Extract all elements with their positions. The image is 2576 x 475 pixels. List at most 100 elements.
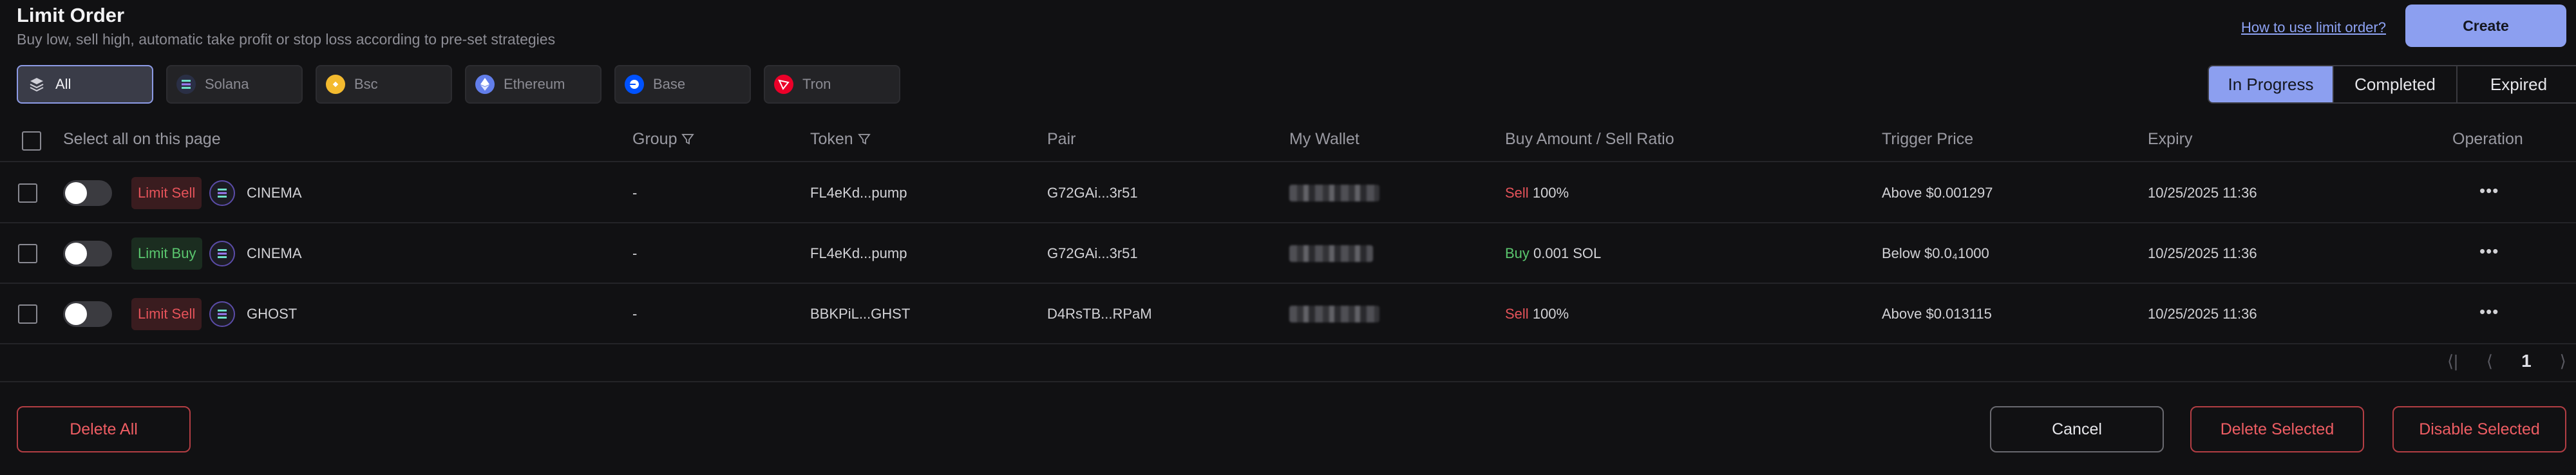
chain-filter: All Solana Bsc Ethereum Base Tron — [17, 65, 900, 104]
column-amount: Buy Amount / Sell Ratio — [1505, 130, 1674, 148]
chain-chip-label: All — [55, 76, 71, 92]
table-row: Limit Buy CINEMA - FL4eKd...pump G72GAi.… — [0, 223, 2576, 284]
row-checkbox[interactable] — [18, 244, 37, 263]
tab-in-progress[interactable]: In Progress — [2209, 66, 2333, 102]
status-tabs: In Progress Completed Expired — [2208, 65, 2576, 104]
chain-chip-bsc[interactable]: Bsc — [316, 65, 452, 104]
chain-chip-label: Base — [653, 76, 686, 92]
amount-cell: Buy 0.001 SOL — [1505, 245, 1601, 262]
token-name: CINEMA — [247, 185, 302, 201]
column-trigger: Trigger Price — [1882, 130, 1974, 148]
tron-icon — [774, 75, 793, 94]
divider — [0, 381, 2576, 382]
base-icon — [625, 75, 644, 94]
bsc-icon — [326, 75, 345, 94]
table-header: Select all on this page Group Token Pair… — [0, 120, 2576, 162]
token-name: GHOST — [247, 306, 298, 322]
token-address[interactable]: FL4eKd...pump — [810, 245, 907, 262]
chain-chip-base[interactable]: Base — [614, 65, 751, 104]
solana-icon — [209, 180, 235, 206]
chain-chip-all[interactable]: All — [17, 65, 153, 104]
solana-icon — [209, 301, 235, 327]
amount-cell: Sell 100% — [1505, 306, 1569, 322]
help-link[interactable]: How to use limit order? — [2241, 19, 2386, 36]
create-button[interactable]: Create — [2405, 5, 2566, 47]
pair-address[interactable]: G72GAi...3r51 — [1047, 245, 1138, 262]
pagination: ⟨| ⟨ 1 ⟩ — [2447, 351, 2566, 371]
trigger-price: Below $0.0₄1000 — [1882, 245, 1989, 261]
chain-chip-tron[interactable]: Tron — [764, 65, 900, 104]
amount-value: 100% — [1532, 185, 1569, 201]
page-subtitle: Buy low, sell high, automatic take profi… — [17, 31, 556, 48]
wallet-redacted — [1289, 245, 1373, 262]
more-icon[interactable]: ••• — [2479, 302, 2499, 322]
chain-chip-label: Tron — [802, 76, 831, 92]
column-token[interactable]: Token — [810, 130, 871, 149]
side-label: Buy — [1505, 245, 1530, 261]
solana-icon — [176, 75, 196, 94]
order-type-badge: Limit Buy — [131, 238, 203, 270]
token-name: CINEMA — [247, 245, 302, 261]
chain-chip-label: Ethereum — [504, 76, 565, 92]
pair-address[interactable]: D4RsTB...RPaM — [1047, 306, 1152, 322]
page-title: Limit Order — [17, 4, 125, 26]
column-group-label: Group — [632, 130, 677, 148]
current-page[interactable]: 1 — [2521, 351, 2532, 371]
side-label: Sell — [1505, 185, 1529, 201]
row-toggle[interactable] — [63, 241, 112, 266]
table-row: Limit Sell CINEMA - FL4eKd...pump G72GAi… — [0, 163, 2576, 223]
pair-address[interactable]: G72GAi...3r51 — [1047, 185, 1138, 201]
chain-chip-solana[interactable]: Solana — [166, 65, 303, 104]
column-pair: Pair — [1047, 130, 1076, 148]
chain-chip-label: Solana — [205, 76, 249, 92]
side-label: Sell — [1505, 306, 1529, 322]
tab-expired[interactable]: Expired — [2456, 66, 2576, 102]
trigger-price: Above $0.013115 — [1882, 306, 1992, 322]
expiry-time: 10/25/2025 11:36 — [2148, 185, 2257, 201]
expiry-time: 10/25/2025 11:36 — [2148, 306, 2257, 322]
wallet-redacted — [1289, 306, 1379, 322]
group-value: - — [632, 185, 638, 201]
ethereum-icon — [475, 75, 495, 94]
select-all-label: Select all on this page — [63, 130, 221, 148]
row-checkbox[interactable] — [18, 183, 37, 203]
chain-chip-ethereum[interactable]: Ethereum — [465, 65, 601, 104]
more-icon[interactable]: ••• — [2479, 241, 2499, 261]
column-expiry: Expiry — [2148, 130, 2193, 148]
order-type-badge: Limit Sell — [131, 298, 202, 330]
wallet-redacted — [1289, 185, 1379, 201]
row-checkbox[interactable] — [18, 304, 37, 324]
delete-all-button[interactable]: Delete All — [17, 406, 191, 452]
cancel-button[interactable]: Cancel — [1990, 406, 2164, 452]
row-toggle[interactable] — [63, 180, 112, 206]
table-row: Limit Sell GHOST - BBKPiL...GHST D4RsTB.… — [0, 284, 2576, 344]
column-wallet: My Wallet — [1289, 130, 1359, 148]
column-operation: Operation — [2452, 130, 2523, 148]
disable-selected-button[interactable]: Disable Selected — [2392, 406, 2566, 452]
prev-page-icon[interactable]: ⟨ — [2486, 351, 2493, 371]
solana-icon — [209, 241, 235, 266]
row-toggle[interactable] — [63, 301, 112, 327]
filter-icon[interactable] — [857, 130, 871, 148]
amount-cell: Sell 100% — [1505, 185, 1569, 201]
column-group[interactable]: Group — [632, 130, 695, 149]
token-address[interactable]: FL4eKd...pump — [810, 185, 907, 201]
next-page-icon[interactable]: ⟩ — [2560, 351, 2566, 371]
amount-value: 0.001 SOL — [1533, 245, 1602, 261]
select-all-checkbox[interactable] — [22, 131, 41, 151]
more-icon[interactable]: ••• — [2479, 181, 2499, 201]
column-token-label: Token — [810, 130, 853, 148]
token-address[interactable]: BBKPiL...GHST — [810, 306, 910, 322]
filter-icon[interactable] — [681, 130, 695, 148]
expiry-time: 10/25/2025 11:36 — [2148, 245, 2257, 261]
order-type-badge: Limit Sell — [131, 177, 202, 209]
amount-value: 100% — [1532, 306, 1569, 322]
group-value: - — [632, 306, 638, 322]
trigger-price: Above $0.001297 — [1882, 185, 1993, 201]
tab-completed[interactable]: Completed — [2333, 66, 2456, 102]
delete-selected-button[interactable]: Delete Selected — [2190, 406, 2364, 452]
first-page-icon[interactable]: ⟨| — [2447, 351, 2458, 371]
layers-icon — [27, 75, 46, 94]
group-value: - — [632, 245, 638, 261]
chain-chip-label: Bsc — [354, 76, 378, 92]
